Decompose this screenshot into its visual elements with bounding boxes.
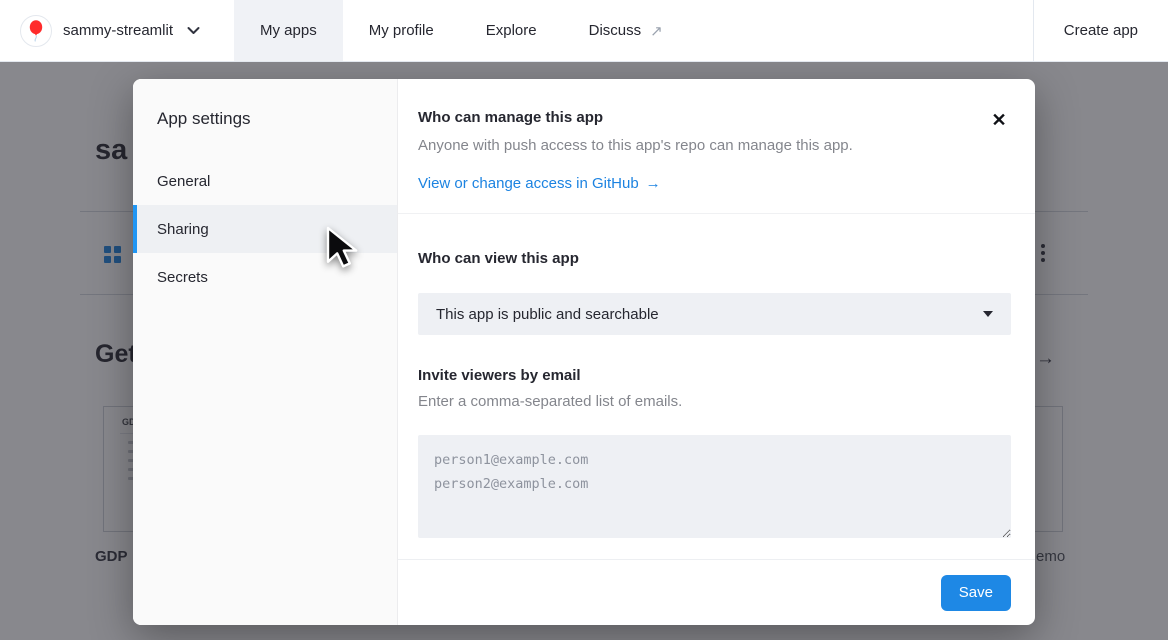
visibility-dropdown[interactable]: This app is public and searchable bbox=[418, 293, 1011, 335]
tab-label: Explore bbox=[486, 22, 537, 39]
workspace-switcher[interactable]: sammy-streamlit bbox=[0, 0, 222, 61]
view-section: Who can view this app This app is public… bbox=[398, 214, 1035, 335]
modal-content: ✕ Who can manage this app Anyone with pu… bbox=[398, 79, 1035, 625]
modal-sidebar: App settings General Sharing Secrets bbox=[133, 79, 398, 625]
manage-description: Anyone with push access to this app's re… bbox=[418, 137, 1011, 155]
sidebar-item-general[interactable]: General bbox=[133, 157, 397, 205]
github-access-link[interactable]: View or change access in GitHub → bbox=[418, 175, 661, 193]
save-button[interactable]: Save bbox=[941, 575, 1011, 611]
create-app-button[interactable]: Create app bbox=[1033, 0, 1168, 61]
close-icon[interactable]: ✕ bbox=[988, 109, 1010, 131]
tab-label: Discuss bbox=[589, 22, 642, 39]
sidebar-item-label: Secrets bbox=[157, 269, 208, 286]
github-access-link-label: View or change access in GitHub bbox=[418, 175, 639, 193]
sidebar-item-label: Sharing bbox=[157, 221, 209, 238]
invite-heading: Invite viewers by email bbox=[418, 367, 1011, 385]
create-app-label: Create app bbox=[1064, 22, 1138, 39]
top-navbar: sammy-streamlit My apps My profile Explo… bbox=[0, 0, 1168, 62]
app-settings-modal: App settings General Sharing Secrets ✕ W… bbox=[133, 79, 1035, 625]
external-link-icon: ↗ bbox=[650, 22, 663, 40]
nav-tabs: My apps My profile Explore Discuss ↗ bbox=[234, 0, 689, 61]
sidebar-item-label: General bbox=[157, 173, 210, 190]
tab-my-profile[interactable]: My profile bbox=[343, 0, 460, 61]
invite-section: Invite viewers by email Enter a comma-se… bbox=[398, 335, 1035, 538]
arrow-right-icon: → bbox=[646, 175, 661, 193]
manage-section: Who can manage this app Anyone with push… bbox=[398, 79, 1035, 214]
view-heading: Who can view this app bbox=[418, 250, 1011, 268]
sidebar-item-secrets[interactable]: Secrets bbox=[133, 253, 397, 301]
visibility-dropdown-value: This app is public and searchable bbox=[436, 306, 659, 323]
nav-spacer bbox=[689, 0, 1033, 61]
sidebar-item-sharing[interactable]: Sharing bbox=[133, 205, 397, 253]
invite-description: Enter a comma-separated list of emails. bbox=[418, 393, 1011, 411]
manage-heading: Who can manage this app bbox=[418, 109, 1011, 127]
modal-footer: Save bbox=[398, 559, 1035, 625]
workspace-name: sammy-streamlit bbox=[63, 22, 173, 39]
tab-label: My profile bbox=[369, 22, 434, 39]
tab-my-apps[interactable]: My apps bbox=[234, 0, 343, 61]
caret-down-icon bbox=[983, 311, 993, 317]
tab-label: My apps bbox=[260, 22, 317, 39]
chevron-down-icon bbox=[187, 26, 200, 35]
balloon-logo-icon bbox=[20, 15, 52, 47]
invite-emails-textarea[interactable] bbox=[418, 435, 1011, 538]
tab-discuss[interactable]: Discuss ↗ bbox=[563, 0, 689, 61]
tab-explore[interactable]: Explore bbox=[460, 0, 563, 61]
modal-title: App settings bbox=[133, 107, 397, 131]
